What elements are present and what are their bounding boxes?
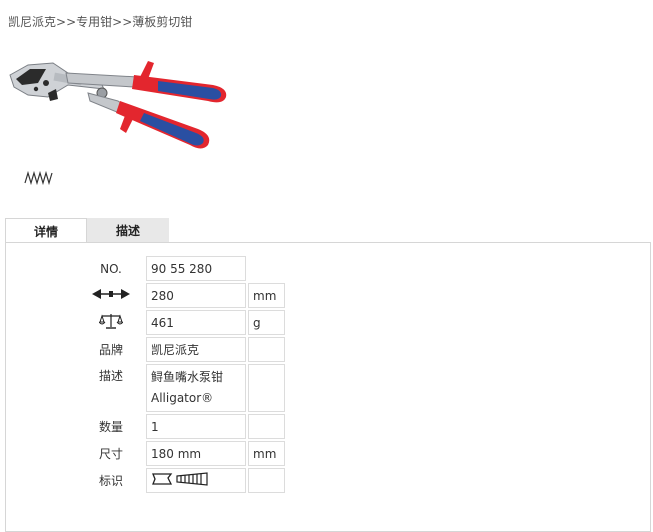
jaw-profile-icon: [152, 472, 208, 486]
quantity-unit: [248, 414, 285, 439]
table-row: 280 mm: [78, 283, 285, 308]
breadcrumb-category-link[interactable]: 专用钳: [76, 15, 112, 29]
length-unit: mm: [248, 283, 285, 308]
marking-value: [146, 468, 246, 493]
zigzag-cut-icon: [24, 170, 53, 186]
tab-details[interactable]: 详情: [5, 218, 87, 243]
no-value: 90 55 280: [146, 256, 246, 281]
brand-unit: [248, 337, 285, 362]
double-arrow-icon: [92, 289, 130, 299]
quantity-label: 数量: [98, 420, 123, 434]
table-row: 461 g: [78, 310, 285, 335]
weight-unit: g: [248, 310, 285, 335]
table-row: 数量 1: [78, 414, 285, 439]
product-image: [9, 61, 227, 149]
table-row: 品牌 凯尼派克: [78, 337, 285, 362]
marking-unit: [248, 468, 285, 493]
breadcrumb-brand-link[interactable]: 凯尼派克: [8, 15, 56, 29]
table-row: 描述 鲟鱼嘴水泵钳 Alligator®: [78, 364, 285, 412]
breadcrumb-separator: >>: [112, 15, 133, 29]
length-value: 280: [146, 283, 246, 308]
size-value: 180 mm: [146, 441, 246, 466]
details-panel: NO. 90 55 280 280 mm 461 g 品牌 凯尼派克 描述 鲟鱼…: [5, 242, 651, 532]
weight-value: 461: [146, 310, 246, 335]
size-unit: mm: [248, 441, 285, 466]
spec-table: NO. 90 55 280 280 mm 461 g 品牌 凯尼派克 描述 鲟鱼…: [76, 254, 287, 495]
table-row: 标识: [78, 468, 285, 493]
description-label: 描述: [98, 369, 123, 383]
brand-label: 品牌: [98, 343, 123, 357]
no-label: NO.: [100, 261, 122, 276]
description-line-2: Alligator®: [151, 391, 214, 405]
breadcrumb-separator: >>: [56, 15, 77, 29]
balance-scale-icon: [98, 314, 124, 329]
breadcrumb-current-product: 薄板剪切钳: [132, 15, 193, 29]
breadcrumb: 凯尼派克>>专用钳>>薄板剪切钳: [8, 13, 192, 30]
size-label: 尺寸: [98, 447, 123, 461]
description-line-1: 鲟鱼嘴水泵钳: [151, 370, 224, 384]
table-row: 尺寸 180 mm mm: [78, 441, 285, 466]
table-row: NO. 90 55 280: [78, 256, 285, 281]
description-unit: [248, 364, 285, 412]
quantity-value: 1: [146, 414, 246, 439]
marking-label: 标识: [98, 474, 123, 488]
tab-description[interactable]: 描述: [87, 218, 169, 242]
description-value: 鲟鱼嘴水泵钳 Alligator®: [146, 364, 246, 412]
brand-value: 凯尼派克: [146, 337, 246, 362]
